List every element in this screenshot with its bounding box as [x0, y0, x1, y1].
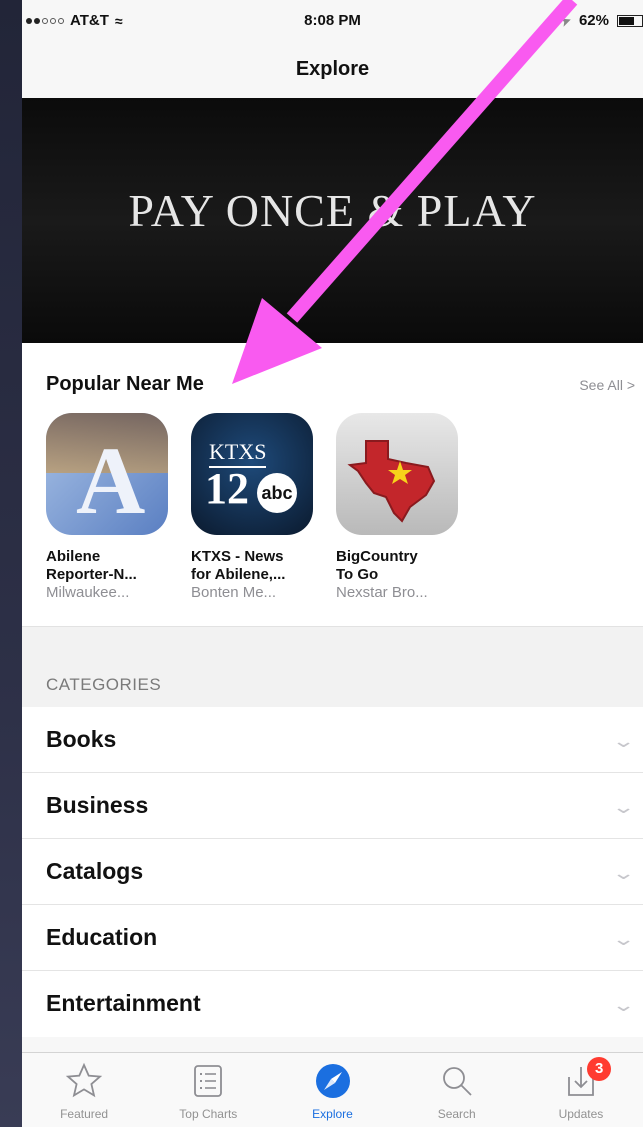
app-developer: Bonten Me...: [191, 584, 277, 601]
chevron-down-icon: ⌄: [611, 929, 636, 949]
abilene-reporter-app-icon[interactable]: A: [46, 413, 168, 535]
chevron-down-icon: ⌄: [611, 863, 636, 883]
status-right: ➤ 62%: [558, 12, 643, 29]
tab-label: Search: [437, 1107, 476, 1121]
app-developer: Nexstar Bro...: [336, 584, 428, 601]
tab-label: Explore: [312, 1107, 353, 1121]
tab-label: Featured: [60, 1107, 109, 1121]
star-icon: [65, 1062, 103, 1098]
categories-header: CATEGORIES: [22, 626, 643, 707]
tab-top-charts[interactable]: Top Charts: [146, 1053, 270, 1127]
tab-featured[interactable]: Featured: [22, 1053, 146, 1127]
promo-banner[interactable]: PAY ONCE & PLAY: [22, 98, 643, 343]
category-label: Books: [46, 726, 117, 752]
category-label: Entertainment: [46, 990, 201, 1016]
battery-icon: [617, 14, 643, 27]
app-name-line1: KTXS - News: [191, 548, 284, 565]
category-row-entertainment[interactable]: Entertainment ⌄: [22, 971, 643, 1037]
app-name-line1: Abilene: [46, 548, 101, 565]
category-list: Books ⌄ Business ⌄ Catalogs ⌄ Education …: [22, 707, 643, 1037]
app-name-line2: Reporter-N...: [46, 566, 137, 583]
app-item-abilene-reporter[interactable]: A Abilene Reporter-N... Milwaukee...: [46, 413, 168, 602]
battery-percent: 62%: [578, 12, 609, 29]
app-name-line2: To Go: [336, 566, 379, 583]
categories-header-label: CATEGORIES: [46, 675, 162, 694]
app-list: A Abilene Reporter-N... Milwaukee... KTX…: [46, 413, 458, 602]
abc-logo-icon: abc: [257, 473, 297, 513]
ktxs-icon-number: 12: [205, 464, 249, 513]
tab-label: Top Charts: [179, 1107, 238, 1121]
location-arrow-icon: ➤: [558, 12, 574, 29]
popular-near-me-section: Popular Near Me See All > A Abilene Repo…: [22, 343, 643, 626]
category-label: Education: [46, 924, 158, 950]
tab-label: Updates: [558, 1107, 604, 1121]
tab-bar: Featured Top Charts Explore Search 3 Upd…: [22, 1052, 643, 1127]
app-item-ktxs-news[interactable]: KTXS 12 abc KTXS - News for Abilene,... …: [191, 413, 313, 602]
search-icon: [442, 1067, 472, 1096]
page-title: Explore: [295, 58, 370, 80]
app-name-line2: for Abilene,...: [191, 566, 286, 583]
see-all-link[interactable]: See All >: [579, 377, 635, 393]
category-row-business[interactable]: Business ⌄: [22, 773, 643, 839]
app-item-bigcountry-to-go[interactable]: BigCountry To Go Nexstar Bro...: [336, 413, 458, 602]
category-row-books[interactable]: Books ⌄: [22, 707, 643, 773]
banner-title: PAY ONCE & PLAY: [128, 185, 537, 236]
category-label: Business: [46, 792, 149, 818]
tab-updates[interactable]: 3 Updates: [519, 1053, 643, 1127]
category-label: Catalogs: [46, 858, 144, 884]
status-bar: AT&T ≈ 8:08 PM ➤ 62%: [22, 0, 643, 40]
updates-badge: 3: [587, 1057, 612, 1081]
tab-search[interactable]: Search: [395, 1053, 519, 1127]
ktxs-app-icon[interactable]: KTXS 12 abc: [191, 413, 313, 535]
chevron-down-icon: ⌄: [611, 797, 636, 817]
clock: 8:08 PM: [304, 12, 361, 29]
compass-icon: [315, 1064, 350, 1098]
category-row-catalogs[interactable]: Catalogs ⌄: [22, 839, 643, 905]
phone-screen: AT&T ≈ 8:08 PM ➤ 62% Explore PAY ONCE & …: [22, 0, 643, 1127]
texas-map-app-icon[interactable]: [336, 413, 458, 535]
backdrop: [0, 0, 22, 1127]
category-row-education[interactable]: Education ⌄: [22, 905, 643, 971]
chevron-down-icon: ⌄: [611, 731, 636, 751]
tab-explore[interactable]: Explore: [270, 1053, 394, 1127]
chevron-down-icon: ⌄: [611, 995, 636, 1015]
app-name-line1: BigCountry: [336, 548, 418, 565]
section-title: Popular Near Me: [46, 373, 204, 395]
list-icon: [194, 1065, 223, 1097]
abilene-icon-letter: A: [76, 427, 146, 534]
app-developer: Milwaukee...: [46, 584, 130, 601]
